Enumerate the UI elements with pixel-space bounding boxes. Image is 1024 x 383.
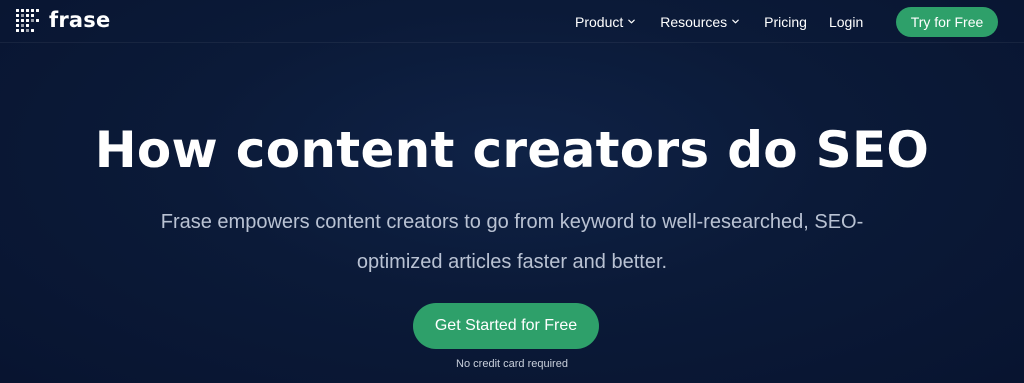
nav-product-label: Product [575,13,624,30]
chevron-down-icon [628,19,636,24]
hero-subtitle: Frase empowers content creators to go fr… [160,211,864,273]
nav-pricing-link[interactable]: Pricing [764,14,807,30]
nav-resources-label: Resources [660,13,728,30]
logo-wordmark: frase [49,8,111,32]
frase-logo-icon [16,9,39,32]
nav-resources-dropdown[interactable]: Resources [660,14,740,30]
try-for-free-button[interactable]: Try for Free [896,7,998,37]
get-started-button[interactable]: Get Started for Free [413,303,599,349]
nav-login-link[interactable]: Login [829,14,863,30]
no-credit-card-note: No credit card required [456,358,568,370]
frase-logo[interactable]: frase [16,8,110,32]
main-nav: Product Resources Pricing Login [575,0,863,43]
chevron-down-icon [732,19,739,24]
top-navbar: frase Product Resources Pricing Login Tr… [0,0,1024,43]
hero-title: How content creators do SEO [94,121,930,179]
nav-product-dropdown[interactable]: Product [575,14,636,30]
